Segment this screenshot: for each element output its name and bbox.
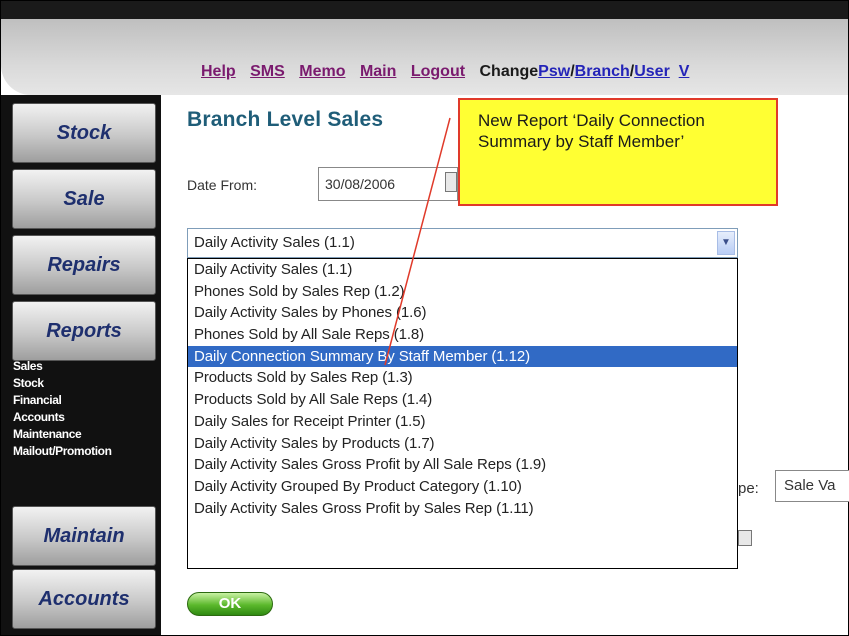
- submenu-item-sales[interactable]: Sales: [13, 358, 159, 375]
- page-title: Branch Level Sales: [187, 108, 384, 131]
- list-item[interactable]: Phones Sold by Sales Rep (1.2): [188, 281, 737, 303]
- sidebar-button-sale[interactable]: Sale: [12, 169, 156, 229]
- nav-logout-link[interactable]: Logout: [411, 63, 465, 80]
- sidebar-button-reports[interactable]: Reports: [12, 301, 156, 361]
- change-user-link[interactable]: User: [634, 63, 670, 80]
- list-item[interactable]: Daily Activity Sales Gross Profit by All…: [188, 454, 737, 476]
- type-select[interactable]: Sale Va: [775, 470, 849, 502]
- submenu-item-accounts[interactable]: Accounts: [13, 409, 159, 426]
- list-item[interactable]: Daily Activity Sales (1.1): [188, 259, 737, 281]
- report-dropdown-list: Daily Activity Sales (1.1) Phones Sold b…: [187, 258, 738, 569]
- list-item[interactable]: Daily Activity Grouped By Product Catego…: [188, 476, 737, 498]
- sidebar-button-stock[interactable]: Stock: [12, 103, 156, 163]
- nav-main-link[interactable]: Main: [360, 63, 396, 80]
- change-branch-link[interactable]: Branch: [575, 63, 630, 80]
- calendar-icon[interactable]: [445, 172, 457, 192]
- submenu-item-maintenance[interactable]: Maintenance: [13, 426, 159, 443]
- nav-help-link[interactable]: Help: [201, 63, 236, 80]
- change-password-link[interactable]: Psw: [538, 63, 570, 80]
- date-from-input[interactable]: 30/08/2006: [318, 167, 458, 201]
- submenu-item-mailout-promotion[interactable]: Mailout/Promotion: [13, 443, 159, 460]
- reports-submenu: Sales Stock Financial Accounts Maintenan…: [13, 358, 159, 460]
- list-item[interactable]: Phones Sold by All Sale Reps (1.8): [188, 324, 737, 346]
- submenu-item-stock[interactable]: Stock: [13, 375, 159, 392]
- ok-button[interactable]: OK: [187, 592, 273, 616]
- list-item[interactable]: Daily Activity Sales by Products (1.7): [188, 433, 737, 455]
- type-label: pe:: [738, 480, 759, 497]
- date-from-label: Date From:: [187, 177, 258, 193]
- list-item[interactable]: Daily Activity Sales by Phones (1.6): [188, 302, 737, 324]
- list-item[interactable]: Daily Activity Sales Gross Profit by Sal…: [188, 498, 737, 520]
- top-band: [1, 1, 848, 19]
- report-select-value: Daily Activity Sales (1.1): [194, 234, 355, 251]
- sidebar-button-maintain[interactable]: Maintain: [12, 506, 156, 566]
- list-item[interactable]: Products Sold by All Sale Reps (1.4): [188, 389, 737, 411]
- annotation-callout: New Report ‘Daily Connection Summary by …: [458, 98, 778, 206]
- report-select[interactable]: Daily Activity Sales (1.1) ▼: [187, 228, 738, 258]
- change-label: Change: [479, 63, 539, 80]
- list-item-selected[interactable]: Daily Connection Summary By Staff Member…: [188, 345, 737, 368]
- nav-v-link[interactable]: V: [679, 63, 690, 80]
- top-navigation: Help SMS Memo Main Logout ChangePsw/Bran…: [1, 19, 848, 95]
- nav-memo-link[interactable]: Memo: [299, 63, 345, 80]
- chevron-down-icon[interactable]: ▼: [717, 231, 735, 255]
- list-item[interactable]: Daily Sales for Receipt Printer (1.5): [188, 411, 737, 433]
- calendar-icon[interactable]: [738, 530, 752, 546]
- sidebar-button-repairs[interactable]: Repairs: [12, 235, 156, 295]
- nav-links: Help SMS Memo Main Logout ChangePsw/Bran…: [201, 63, 689, 81]
- submenu-item-financial[interactable]: Financial: [13, 392, 159, 409]
- list-item[interactable]: Products Sold by Sales Rep (1.3): [188, 367, 737, 389]
- nav-sms-link[interactable]: SMS: [250, 63, 285, 80]
- sidebar-button-accounts[interactable]: Accounts: [12, 569, 156, 629]
